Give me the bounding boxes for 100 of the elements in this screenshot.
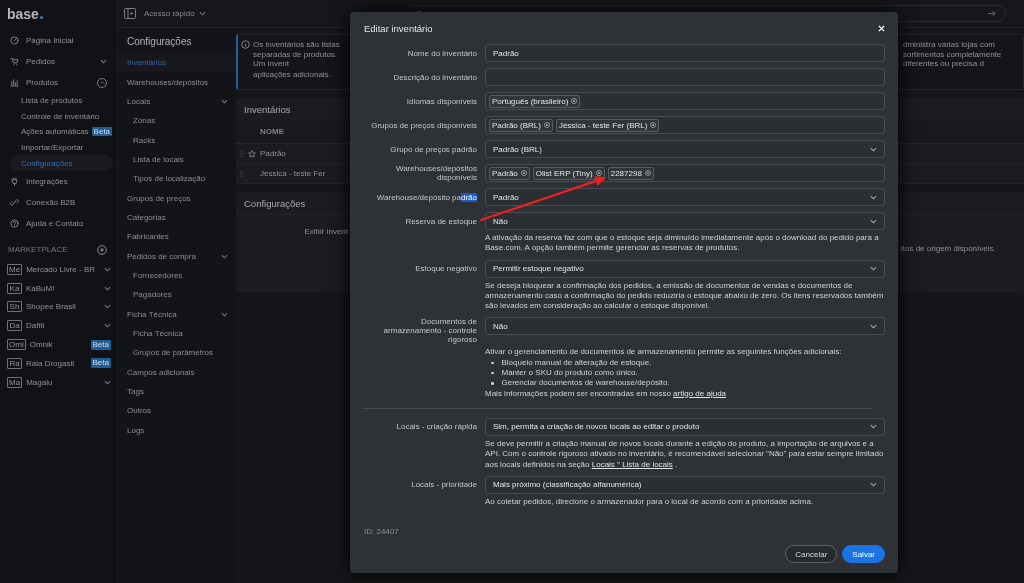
select-field[interactable]: Padrão (BRL) bbox=[485, 140, 885, 158]
cancel-button[interactable]: Cancelar bbox=[785, 545, 838, 564]
remove-icon[interactable] bbox=[650, 122, 657, 128]
field-label: Locais - criação rápida bbox=[395, 422, 477, 432]
settings-nav-item[interactable]: Ficha Técnica bbox=[133, 329, 183, 338]
close-icon[interactable] bbox=[878, 24, 885, 32]
logo[interactable]: base bbox=[7, 6, 43, 22]
add-icon bbox=[97, 244, 107, 255]
remove-icon[interactable] bbox=[595, 170, 602, 176]
store-code-badge: Sh bbox=[7, 301, 22, 313]
help-text: Ao coletar pedidos, direcione o armazenador para o local de acordo com a prioridade acima. bbox=[485, 496, 815, 508]
caret-icon bbox=[870, 423, 877, 431]
arrow-right-icon bbox=[986, 10, 996, 17]
settings-nav-item[interactable]: Campos adicionais bbox=[127, 367, 195, 377]
list-item: Manter o SKU do produto como único. bbox=[485, 368, 885, 379]
settings-nav-item[interactable]: Fabricantes bbox=[127, 232, 169, 242]
remove-icon[interactable] bbox=[520, 170, 527, 176]
list-item: Bloqueio manual de alteração de estoque. bbox=[485, 357, 885, 369]
marketplace-item[interactable]: Raia Drogasil bbox=[26, 358, 87, 368]
help-text: Ativar o gerenciamento de documentos de armazenamento permite as seguintes funções adicionais: bbox=[485, 347, 843, 358]
field-label: Locais - prioridade bbox=[410, 480, 477, 490]
caret-icon bbox=[870, 481, 877, 489]
field-label: Descrição do inventário bbox=[392, 72, 477, 82]
field-label: Nome do inventário bbox=[406, 48, 477, 58]
settings-nav-item[interactable]: Warehouses/depósitos bbox=[127, 77, 209, 87]
field-label: Grupo de preços padrão bbox=[389, 144, 477, 154]
beta-badge: Beta bbox=[91, 127, 113, 137]
save-button[interactable]: Salvar bbox=[842, 545, 885, 564]
store-code-badge: Ka bbox=[7, 282, 22, 294]
nav-subitem[interactable]: Ações automáticas bbox=[21, 127, 89, 137]
field-label: Reserva de estoque bbox=[404, 216, 477, 226]
marketplace-item[interactable]: Mercado Livre - BR bbox=[26, 264, 100, 274]
caret-icon bbox=[870, 217, 877, 225]
settings-nav-item[interactable]: Locais bbox=[127, 96, 151, 106]
nav-subitem[interactable]: Lista de produtos bbox=[21, 96, 83, 106]
select-field[interactable]: Mais próximo (classificação alfanumérica) bbox=[485, 475, 885, 494]
settings-nav-item[interactable]: Pagadores bbox=[133, 290, 172, 300]
nav-item[interactable]: Produtos bbox=[26, 78, 90, 87]
tag-label: Padrão bbox=[492, 168, 518, 178]
select-field[interactable]: Sim, permita a criação de novos locais ao editar o produto bbox=[485, 417, 885, 436]
nav-item[interactable]: Pedidos bbox=[26, 57, 93, 66]
settings-nav-item[interactable]: Lista de locais bbox=[133, 154, 184, 164]
settings-text: Exibir invent bbox=[304, 227, 348, 236]
settings-nav-item[interactable]: Fornecedores bbox=[133, 270, 183, 280]
store-code-badge: Ma bbox=[7, 376, 23, 388]
marketplace-item[interactable]: Magalu bbox=[26, 377, 100, 387]
settings-nav-item[interactable]: Outros bbox=[127, 406, 151, 416]
marketplace-item[interactable]: Dafiti bbox=[26, 321, 100, 331]
remove-icon[interactable] bbox=[571, 98, 578, 104]
drag-handle-icon bbox=[239, 170, 244, 177]
tags-field[interactable]: Padrão Olist ERP (Tiny) 2287298 bbox=[485, 164, 885, 182]
caret-icon bbox=[870, 265, 877, 273]
marketplace-item[interactable]: Shopee Brasil bbox=[26, 302, 100, 312]
gauge-icon bbox=[10, 36, 19, 45]
store-code-badge: Ra bbox=[7, 357, 22, 369]
nav-item[interactable]: Integrações bbox=[26, 176, 107, 186]
cart-icon bbox=[10, 57, 19, 66]
settings-nav-item[interactable]: Racks bbox=[133, 135, 156, 145]
quick-access-menu[interactable]: Acesso rápido bbox=[144, 9, 195, 18]
settings-nav-item[interactable]: Tipos de localização bbox=[133, 174, 206, 184]
nav-subitem[interactable]: Controle de inventário bbox=[21, 111, 100, 121]
text-field[interactable] bbox=[485, 68, 885, 86]
nav-item[interactable]: Ajuda e Contato bbox=[26, 218, 107, 228]
remove-icon[interactable] bbox=[543, 122, 550, 128]
help-text: Mais informações podem ser encontradas em nosso artigo de ajuda bbox=[485, 388, 728, 399]
settings-nav-item[interactable]: Logs bbox=[127, 425, 145, 435]
sidebar-toggle-icon bbox=[124, 8, 136, 19]
settings-nav-item[interactable]: Grupos de preços bbox=[127, 193, 191, 203]
chevron-down-icon bbox=[198, 10, 206, 17]
marketplace-item[interactable]: Omnik bbox=[29, 340, 87, 350]
remove-icon[interactable] bbox=[644, 170, 651, 176]
settings-nav-item[interactable]: Zonas bbox=[133, 116, 156, 126]
plug-icon bbox=[10, 176, 19, 186]
tag-label: Padrão (BRL) bbox=[492, 120, 541, 130]
nav-subitem[interactable]: Importar/Exportar bbox=[21, 143, 84, 153]
settings-nav-item[interactable]: Pedidos de compra bbox=[127, 251, 196, 261]
table-cell: Jéssica - teste Fer bbox=[260, 169, 326, 178]
settings-nav-item[interactable]: Grupos de parâmetros bbox=[133, 348, 214, 358]
settings-nav-item[interactable]: Tags bbox=[127, 387, 144, 396]
select-field[interactable]: Não bbox=[485, 317, 885, 336]
nav-item[interactable]: Conexão B2B bbox=[26, 197, 107, 207]
tag-label: Olist ERP (Tiny) bbox=[535, 168, 593, 178]
nav-item[interactable]: Página Inicial bbox=[26, 36, 107, 45]
help-icon bbox=[10, 218, 19, 228]
field-label: Documentos de armazenamento - controle rigoroso bbox=[382, 317, 477, 345]
help-link[interactable]: artigo de ajuda bbox=[673, 388, 727, 398]
help-link[interactable]: Locais " Lista de locais bbox=[591, 459, 673, 469]
section-title: Configurações bbox=[127, 36, 192, 47]
select-field[interactable]: Permitir estoque negativo bbox=[485, 259, 885, 278]
text-field[interactable]: Padrão bbox=[485, 44, 885, 62]
settings-nav-item[interactable]: Ficha Técnica bbox=[127, 309, 177, 319]
select-field[interactable]: Padrão bbox=[485, 188, 885, 206]
tags-field[interactable]: Padrão (BRL) Jéssica - teste Fer (BRL) bbox=[485, 116, 885, 134]
tag-label: Jéssica - teste Fer (BRL) bbox=[558, 120, 648, 130]
tag-label: 2287298 bbox=[610, 168, 642, 178]
select-field[interactable]: Não bbox=[485, 212, 885, 230]
marketplace-item[interactable]: KaBuM! bbox=[26, 283, 100, 293]
settings-nav-item[interactable]: Categorias bbox=[127, 212, 166, 222]
tags-field[interactable]: Português (brasileiro) bbox=[485, 92, 885, 110]
info-icon bbox=[241, 40, 250, 49]
